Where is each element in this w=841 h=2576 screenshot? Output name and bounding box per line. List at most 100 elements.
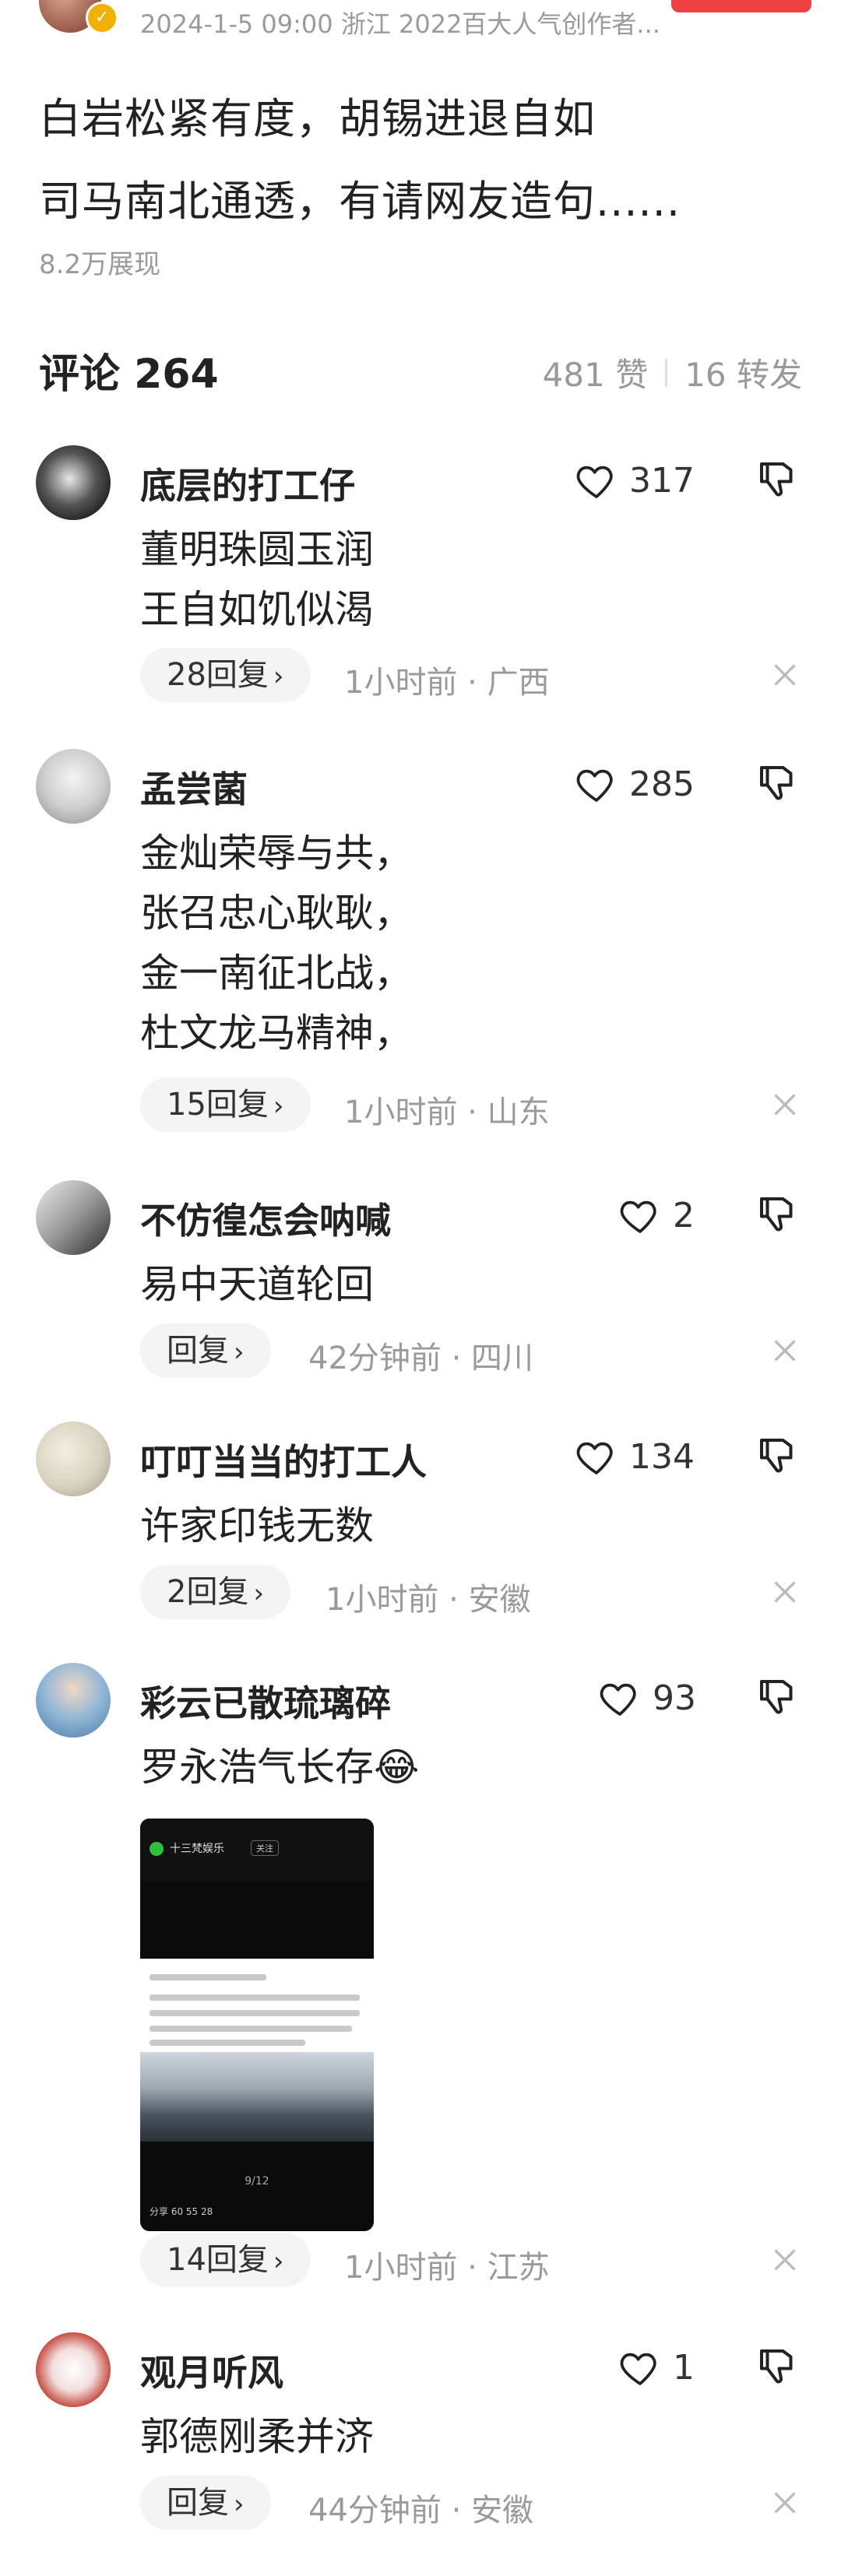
like-button[interactable]: 2 <box>618 1188 695 1242</box>
commenter-name[interactable]: 观月听风 <box>140 2345 283 2396</box>
comment-text: 许家印钱无数 <box>140 1496 374 1556</box>
comment-text: 罗永浩气长存😂 <box>140 1738 419 1798</box>
comment-item: 叮叮当当的打工人 134 许家印钱无数 2回复 › 1小时前 · 安徽 <box>0 1422 841 1624</box>
likes-count[interactable]: 481 赞 <box>543 349 649 396</box>
post-header: ✓ 2024-1-5 09:00 浙江 2022百大人气创作者... <box>0 0 841 44</box>
comment-line: 罗永浩气长存😂 <box>140 1745 420 1790</box>
post-views: 8.2万展现 <box>39 249 161 280</box>
comment-image[interactable]: 十三梵娱乐 关注 9/12 分享 60 55 28 <box>140 1819 374 2231</box>
comment-time: 1小时前 · 安徽 <box>325 1582 531 1618</box>
like-button[interactable]: 1 <box>618 2340 695 2395</box>
reply-button[interactable]: 回复 › <box>140 2476 271 2530</box>
dislike-icon[interactable] <box>754 760 801 807</box>
shares-count[interactable]: 16 转发 <box>684 349 802 396</box>
heart-icon <box>576 1442 613 1474</box>
comment-item: 不仿徨怎会呐喊 2 易中天道轮回 回复 › 42分钟前 · 四川 <box>0 1180 841 1383</box>
chevron-right-icon: › <box>273 661 284 692</box>
follow-button[interactable] <box>671 0 811 12</box>
reply-button[interactable]: 回复 › <box>140 1323 271 1378</box>
image-text-line <box>150 2026 352 2032</box>
dislike-icon[interactable] <box>754 1432 801 1479</box>
comment-time: 1小时前 · 广西 <box>344 665 550 701</box>
stats-divider <box>665 358 668 387</box>
comment-line: 易中天道轮回 <box>140 1262 374 1307</box>
heart-icon <box>576 466 613 498</box>
like-button[interactable]: 317 <box>575 453 695 508</box>
post-content: 白岩松紧有度，胡锡进退自如 司马南北通透，有请网友造句...... <box>39 78 802 243</box>
commenter-name[interactable]: 底层的打工仔 <box>140 458 355 509</box>
like-count: 1 <box>673 2347 695 2388</box>
commenter-name[interactable]: 孟尝菌 <box>140 761 248 813</box>
comment-text: 董明珠圆玉润 王自如饥似渴 <box>140 520 374 640</box>
comment-time: 44分钟前 · 安徽 <box>308 2493 534 2529</box>
comment-footer: 回复 › 42分钟前 · 四川 <box>140 1323 810 1378</box>
reply-label: 回复 <box>167 1333 229 1369</box>
reply-label: 14回复 <box>167 2242 269 2278</box>
reply-button[interactable]: 14回复 › <box>140 2233 311 2287</box>
commenter-name[interactable]: 不仿徨怎会呐喊 <box>140 1193 391 1244</box>
post-line: 司马南北通透，有请网友造句...... <box>39 177 681 226</box>
comment-line: 杜文龙马精神， <box>140 1010 413 1056</box>
heart-icon <box>600 1683 636 1716</box>
commenter-avatar[interactable] <box>36 1422 111 1496</box>
comment-time: 1小时前 · 江苏 <box>344 2250 550 2286</box>
close-icon[interactable] <box>765 2240 804 2279</box>
dislike-icon[interactable] <box>754 2343 801 2390</box>
comment-footer: 15回复 › 1小时前 · 山东 <box>140 1077 810 1132</box>
heart-icon <box>620 2353 656 2385</box>
comment-footer: 14回复 › 1小时前 · 江苏 <box>140 2233 810 2287</box>
comment-text: 郭德刚柔并济 <box>140 2407 374 2467</box>
like-count: 93 <box>653 1678 696 1718</box>
image-text-line <box>150 2010 360 2016</box>
reply-button[interactable]: 15回复 › <box>140 1077 311 1132</box>
dislike-icon[interactable] <box>754 1191 801 1238</box>
commenter-avatar[interactable] <box>36 445 111 520</box>
chevron-right-icon: › <box>234 2489 245 2520</box>
close-icon[interactable] <box>765 1331 804 1370</box>
commenter-name[interactable]: 彩云已散琉璃碎 <box>140 1675 391 1727</box>
close-icon[interactable] <box>765 655 804 694</box>
post-line: 白岩松紧有度，胡锡进退自如 <box>39 94 596 143</box>
like-count: 2 <box>673 1195 695 1235</box>
image-text-line <box>150 1994 360 2001</box>
chevron-right-icon: › <box>273 1091 284 1122</box>
image-photo <box>140 2052 374 2142</box>
reply-button[interactable]: 28回复 › <box>140 648 311 702</box>
image-account-name: 十三梵娱乐 <box>170 1843 224 1855</box>
commenter-name[interactable]: 叮叮当当的打工人 <box>140 1434 427 1485</box>
account-avatar <box>150 1842 164 1856</box>
commenter-avatar[interactable] <box>36 2332 111 2407</box>
image-text-line <box>150 1974 266 1980</box>
close-icon[interactable] <box>765 1573 804 1611</box>
verified-badge-icon: ✓ <box>86 2 118 34</box>
like-button[interactable]: 285 <box>575 757 695 811</box>
like-count: 134 <box>629 1436 695 1477</box>
comment-footer: 2回复 › 1小时前 · 安徽 <box>140 1565 810 1619</box>
like-button[interactable]: 134 <box>575 1429 695 1484</box>
comment-text: 易中天道轮回 <box>140 1255 374 1315</box>
comment-line: 郭德刚柔并济 <box>140 2414 374 2459</box>
reply-label: 2回复 <box>167 1574 249 1610</box>
reply-button[interactable]: 2回复 › <box>140 1565 291 1619</box>
image-text-block <box>140 1959 374 2052</box>
comment-line: 董明珠圆玉润 <box>140 527 374 572</box>
comment-time: 42分钟前 · 四川 <box>308 1341 534 1376</box>
dislike-icon[interactable] <box>754 1674 801 1720</box>
image-follow-chip: 关注 <box>251 1840 279 1856</box>
commenter-avatar[interactable] <box>36 1663 111 1738</box>
image-text-line <box>150 2040 305 2046</box>
reply-label: 回复 <box>167 2485 229 2521</box>
close-icon[interactable] <box>765 1085 804 1124</box>
like-button[interactable]: 93 <box>598 1671 696 1725</box>
comment-line: 王自如饥似渴 <box>140 587 374 632</box>
comment-line: 金一南征北战， <box>140 951 413 996</box>
comments-count-title: 评论 264 <box>39 351 219 398</box>
close-icon[interactable] <box>765 2483 804 2522</box>
stats-bar: 评论 264 481 赞 16 转发 <box>39 341 802 403</box>
dislike-icon[interactable] <box>754 456 801 503</box>
comment-time: 1小时前 · 山东 <box>344 1095 550 1130</box>
comment-line: 金灿荣辱与共， <box>140 831 413 876</box>
commenter-avatar[interactable] <box>36 749 111 824</box>
commenter-avatar[interactable] <box>36 1180 111 1255</box>
post-meta: 2024-1-5 09:00 浙江 2022百大人气创作者... <box>140 9 660 39</box>
